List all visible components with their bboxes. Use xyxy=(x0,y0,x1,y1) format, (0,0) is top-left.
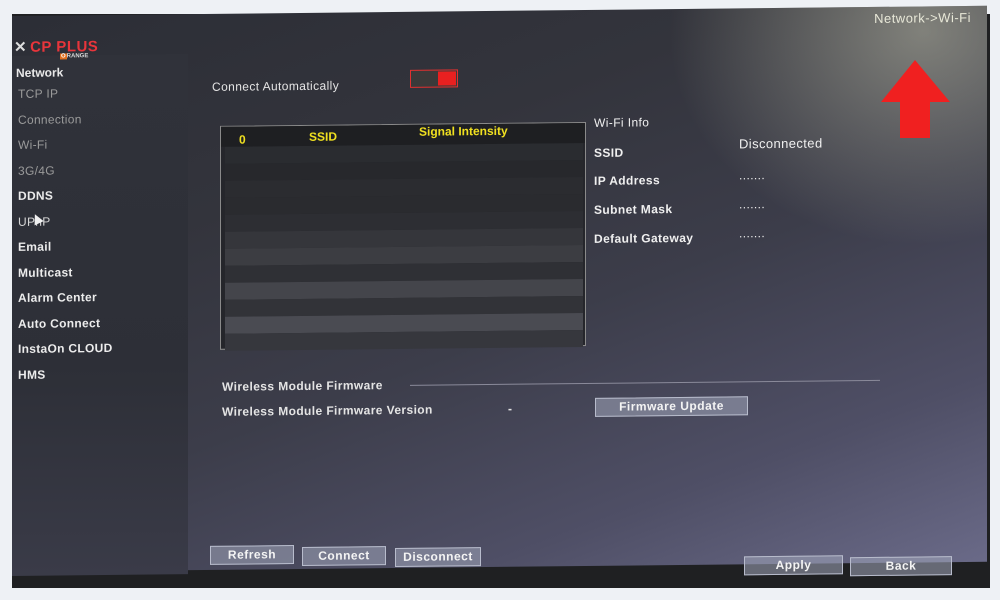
wifi-network-list[interactable]: 0 SSID Signal Intensity xyxy=(220,121,586,351)
logo-sub: ORANGE xyxy=(60,53,89,60)
wifi-info-ip-value: ....... xyxy=(739,168,766,183)
wifi-info-subnet-label: Subnet Mask xyxy=(594,202,673,217)
sidebar-section-title: Network xyxy=(16,65,64,80)
firmware-update-button[interactable]: Firmware Update xyxy=(595,396,748,417)
cp-plus-logo: ✕ CP PLUS ORANGE xyxy=(14,37,98,60)
list-row[interactable] xyxy=(225,330,583,351)
monitor-frame: ✕ CP PLUS ORANGE Network TCP IP Connectio… xyxy=(12,5,990,588)
sidebar-item-multicast[interactable]: Multicast xyxy=(18,259,113,285)
sidebar-item-tcp-ip[interactable]: TCP IP xyxy=(18,81,113,107)
firmware-section-title: Wireless Module Firmware xyxy=(222,378,383,394)
connect-automatically-label: Connect Automatically xyxy=(212,78,340,94)
logo-sub-text: RANGE xyxy=(66,53,89,60)
logo-sub-prefix: O xyxy=(60,53,67,60)
firmware-version-value: - xyxy=(508,401,513,416)
sidebar-item-ddns[interactable]: DDNS xyxy=(18,183,113,209)
column-index: 0 xyxy=(239,132,246,147)
wifi-info-ssid-label: SSID xyxy=(594,145,624,160)
sidebar-item-email[interactable]: Email xyxy=(18,234,113,260)
sidebar-item-3g-4g[interactable]: 3G/4G xyxy=(18,157,113,183)
sidebar-item-hms[interactable]: HMS xyxy=(18,361,113,387)
wifi-info-ip-label: IP Address xyxy=(594,173,661,188)
sidebar-item-connection[interactable]: Connection xyxy=(18,106,113,132)
back-button[interactable]: Back xyxy=(850,556,952,577)
apply-button[interactable]: Apply xyxy=(744,555,843,576)
sidebar-nav: TCP IP Connection Wi-Fi 3G/4G DDNS UPnP … xyxy=(18,81,113,388)
firmware-version-label: Wireless Module Firmware Version xyxy=(222,402,433,419)
firmware-divider xyxy=(410,379,880,386)
wifi-list-header: 0 SSID Signal Intensity xyxy=(221,122,585,147)
wifi-info-ssid-value: Disconnected xyxy=(739,135,823,152)
breadcrumb: Network->Wi-Fi xyxy=(874,9,971,26)
sidebar-item-alarm-center[interactable]: Alarm Center xyxy=(18,285,113,311)
sidebar-item-instaon-cloud[interactable]: InstaOn CLOUD xyxy=(18,336,113,362)
sidebar-item-wifi[interactable]: Wi-Fi xyxy=(18,132,113,158)
red-annotation-arrow-icon xyxy=(881,60,950,138)
dvr-screen: ✕ CP PLUS ORANGE Network TCP IP Connectio… xyxy=(12,5,987,577)
wifi-info-title: Wi-Fi Info xyxy=(594,115,650,130)
wifi-info-subnet-value: ....... xyxy=(739,197,766,212)
wifi-info-gateway-value: ....... xyxy=(739,226,766,241)
refresh-button[interactable]: Refresh xyxy=(210,545,294,565)
sidebar-item-auto-connect[interactable]: Auto Connect xyxy=(18,310,113,336)
toggle-knob xyxy=(438,71,456,86)
column-ssid[interactable]: SSID xyxy=(309,130,337,144)
connect-button[interactable]: Connect xyxy=(302,546,386,566)
column-signal-intensity[interactable]: Signal Intensity xyxy=(419,124,508,139)
disconnect-button[interactable]: Disconnect xyxy=(395,547,481,567)
wifi-info-gateway-label: Default Gateway xyxy=(594,230,694,246)
logo-x-icon: ✕ xyxy=(14,38,28,56)
arrow-shape xyxy=(881,60,950,138)
connect-automatically-toggle[interactable] xyxy=(410,69,458,88)
